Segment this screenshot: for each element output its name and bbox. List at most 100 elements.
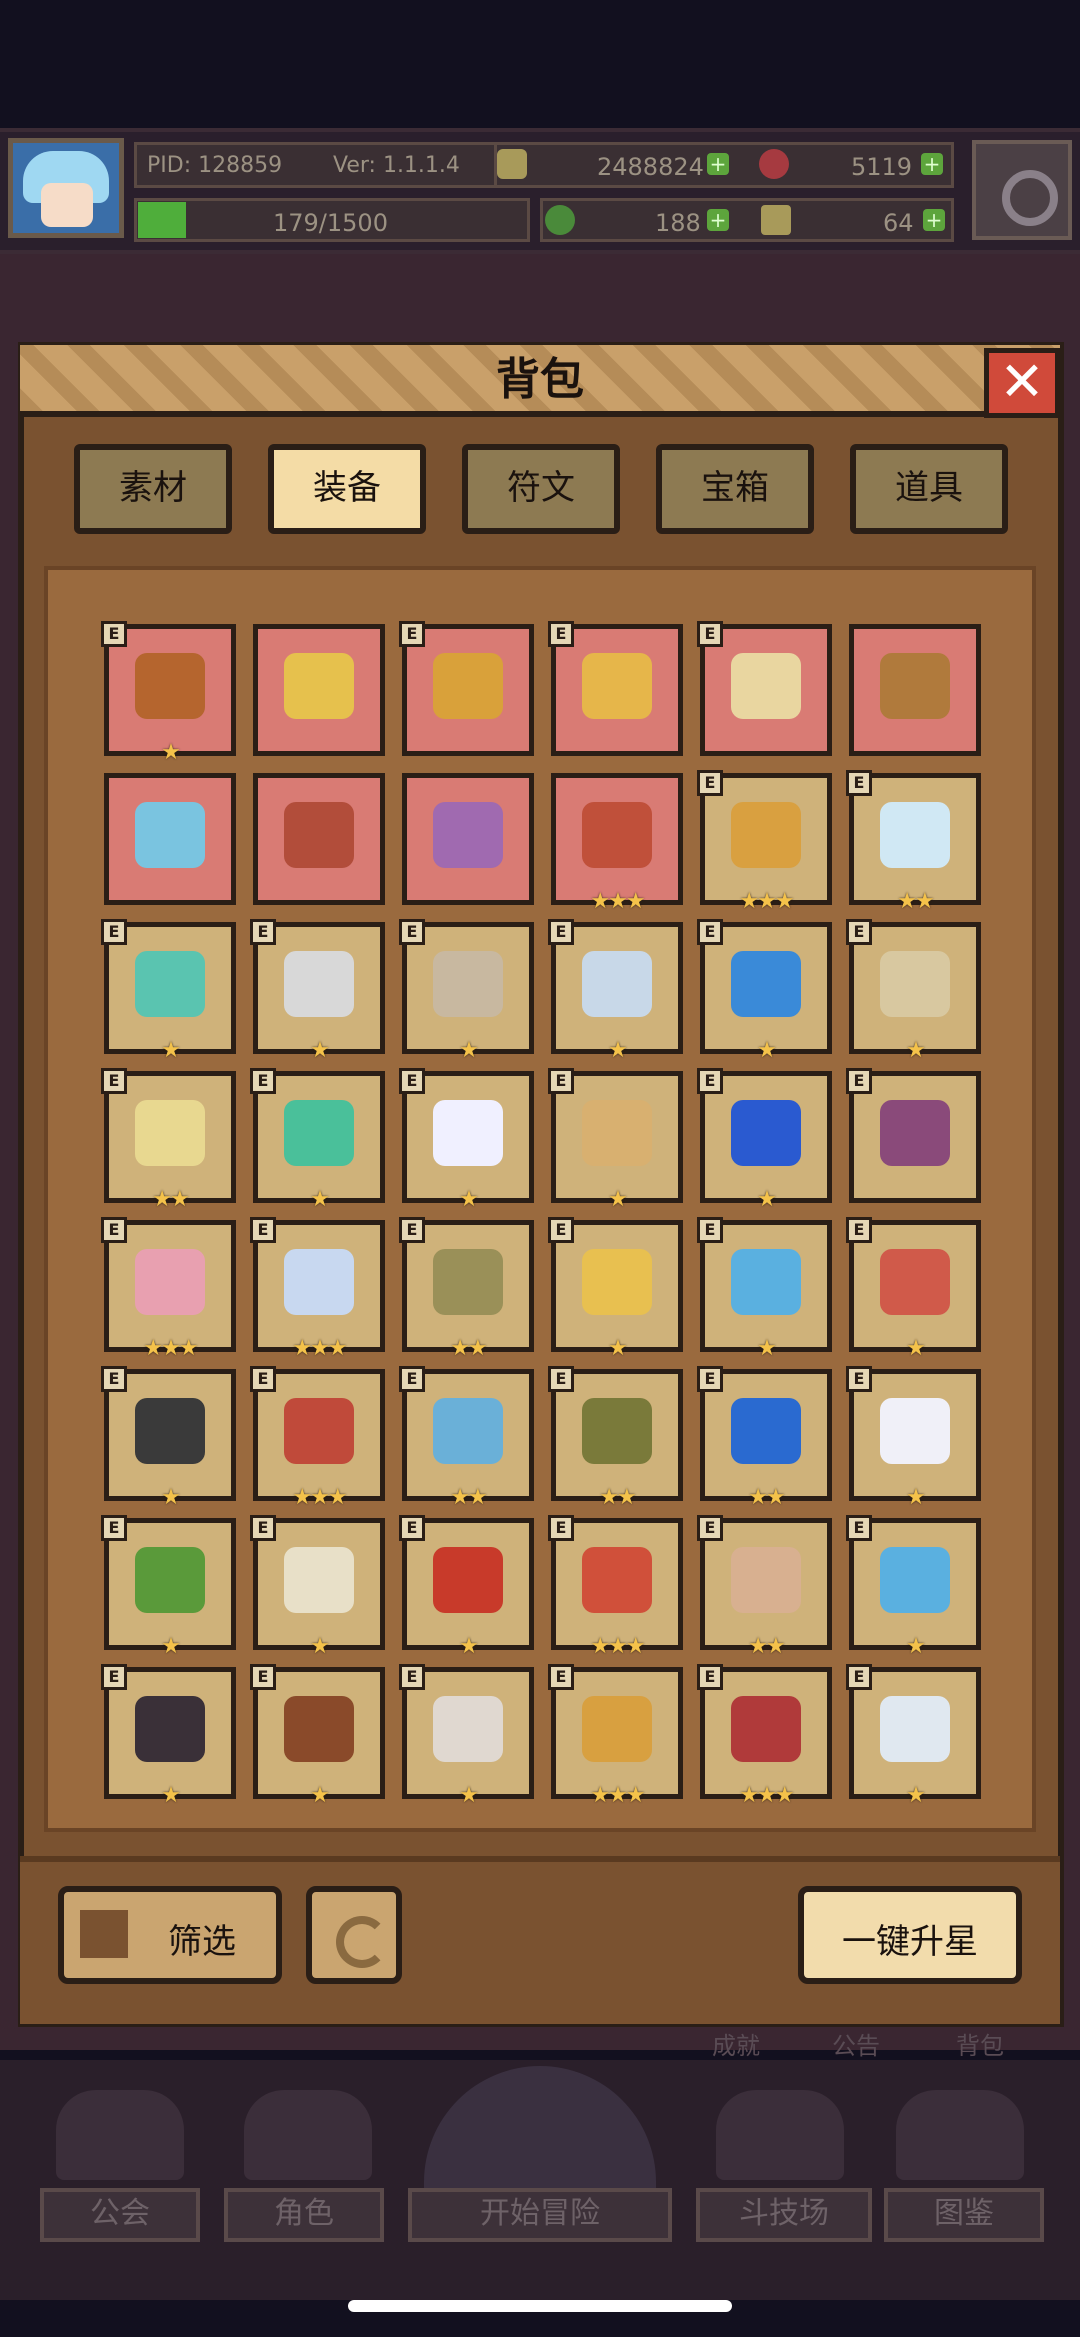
equipment-slot[interactable]: E ★ <box>101 621 236 765</box>
tab-items[interactable]: 道具 <box>850 444 1008 534</box>
nav-codex[interactable]: 图鉴 <box>884 2188 1044 2242</box>
gear-icon <box>1002 170 1058 226</box>
equipment-slot[interactable]: E ★ <box>101 919 236 1063</box>
equipment-slot[interactable]: E <box>548 621 683 756</box>
equipped-tag: E <box>697 621 723 647</box>
close-button[interactable]: ✕ <box>984 348 1060 418</box>
star-rating: ★★★ <box>739 1783 794 1808</box>
equipment-slot[interactable]: E ★★★ <box>548 1515 683 1659</box>
arena-icon <box>716 2090 844 2180</box>
auto-star-up-button[interactable]: 一键升星 <box>798 1886 1022 1984</box>
equipment-slot[interactable]: E ★ <box>697 1217 832 1361</box>
equipment-slot[interactable]: E ★ <box>399 1664 534 1808</box>
equipment-slot[interactable]: E ★★★ <box>250 1217 385 1361</box>
equipment-slot[interactable]: E ★ <box>101 1664 236 1808</box>
star-rating: ★★★ <box>590 889 645 914</box>
equipment-slot[interactable]: E ★★★ <box>697 770 832 914</box>
equipment-slot[interactable]: E ★ <box>250 1068 385 1212</box>
staff-icon <box>135 653 205 719</box>
green-arrow-icon <box>284 1100 354 1166</box>
equipment-slot[interactable]: E ★ <box>399 919 534 1063</box>
equipment-slot[interactable] <box>253 624 385 756</box>
equipment-slot[interactable]: E ★ <box>548 1068 683 1212</box>
nav-guild[interactable]: 公会 <box>40 2188 200 2242</box>
nav-start-adventure[interactable]: 开始冒险 <box>408 2188 672 2242</box>
equipment-slot[interactable]: E ★ <box>846 919 981 1063</box>
blue-cape-icon <box>731 1398 801 1464</box>
tab-runes[interactable]: 符文 <box>462 444 620 534</box>
angel-gauntlet-icon <box>433 1696 503 1762</box>
equipment-slot[interactable]: ★★★ <box>551 773 683 914</box>
equipment-slot[interactable]: E <box>697 621 832 756</box>
equipment-slot[interactable]: E ★ <box>399 1068 534 1212</box>
currency-bar-bottom: 188 + 64 + <box>540 198 954 242</box>
tab-materials[interactable]: 素材 <box>74 444 232 534</box>
gold-plus-button[interactable]: + <box>707 153 729 175</box>
straw-hat-icon <box>284 653 354 719</box>
equipment-slot[interactable]: E ★★ <box>846 770 981 914</box>
pot-icon <box>582 802 652 868</box>
equipment-slot[interactable]: E ★★ <box>697 1366 832 1510</box>
equipment-slot[interactable]: E ★ <box>399 1515 534 1659</box>
equipped-tag: E <box>101 919 127 945</box>
nav-arena[interactable]: 斗技场 <box>696 2188 872 2242</box>
equipment-slot[interactable]: E ★ <box>250 1515 385 1659</box>
nav-character[interactable]: 角色 <box>224 2188 384 2242</box>
star-rating: ★★ <box>748 1634 785 1659</box>
gem-plus-button[interactable]: + <box>921 153 943 175</box>
equipment-slot[interactable]: E ★ <box>101 1366 236 1510</box>
equipped-tag: E <box>250 1515 276 1541</box>
equipment-slot[interactable]: E ★ <box>697 1068 832 1212</box>
equipment-slot[interactable]: E ★★★ <box>548 1664 683 1808</box>
refresh-icon <box>336 1916 388 1968</box>
equipped-tag: E <box>846 1515 872 1541</box>
equipment-slot[interactable]: E ★ <box>101 1515 236 1659</box>
equipment-slot[interactable]: E ★ <box>548 919 683 1063</box>
equipment-slot[interactable]: E ★★ <box>548 1366 683 1510</box>
red-coat-icon <box>284 1398 354 1464</box>
equipment-slot[interactable] <box>849 624 981 756</box>
clover-plus-button[interactable]: + <box>707 209 729 231</box>
exp-bar: 179/1500 <box>134 198 530 242</box>
equipment-slot[interactable]: E ★ <box>697 919 832 1063</box>
equipped-tag: E <box>399 919 425 945</box>
equipment-slot[interactable]: E ★★ <box>399 1217 534 1361</box>
equipped-tag: E <box>846 1664 872 1690</box>
equipment-slot[interactable]: E ★ <box>846 1217 981 1361</box>
fire-armor-icon <box>433 1547 503 1613</box>
equipment-slot[interactable] <box>104 773 236 905</box>
equipment-slot[interactable]: E ★★ <box>697 1515 832 1659</box>
equipment-slot[interactable]: E ★★ <box>101 1068 236 1212</box>
star-rating: ★ <box>757 1038 777 1063</box>
settings-button[interactable] <box>972 140 1072 240</box>
equipment-slot[interactable] <box>402 773 534 905</box>
player-avatar[interactable] <box>8 138 124 238</box>
equipment-slot[interactable]: E ★ <box>250 919 385 1063</box>
equipment-slot[interactable]: E <box>399 621 534 756</box>
equipment-slot[interactable]: E ★ <box>548 1217 683 1361</box>
tab-equipment[interactable]: 装备 <box>268 444 426 534</box>
star-rating: ★★★ <box>292 1485 347 1510</box>
equipped-tag: E <box>548 1217 574 1243</box>
ruby-gem-icon <box>759 149 789 179</box>
chain-vest-icon <box>433 802 503 868</box>
refresh-button[interactable] <box>306 1886 402 1984</box>
behind-label-notice: 公告 <box>832 2032 880 2060</box>
amulet-icon <box>582 653 652 719</box>
behind-label-bag: 背包 <box>956 2032 1004 2060</box>
energy-plus-button[interactable]: + <box>923 209 945 231</box>
equipment-slot[interactable]: E <box>846 1068 981 1203</box>
equipment-slot[interactable]: E ★★ <box>399 1366 534 1510</box>
filter-button[interactable]: 筛选 <box>58 1886 282 1984</box>
blue-hat-icon <box>731 1249 801 1315</box>
star-rating: ★ <box>757 1187 777 1212</box>
equipment-slot[interactable]: E ★ <box>846 1664 981 1808</box>
equipment-slot[interactable]: E ★ <box>846 1515 981 1659</box>
equipment-slot[interactable]: E ★★★ <box>250 1366 385 1510</box>
equipment-slot[interactable]: E ★ <box>846 1366 981 1510</box>
equipment-slot[interactable]: E ★★★ <box>697 1664 832 1808</box>
tab-chests[interactable]: 宝箱 <box>656 444 814 534</box>
equipment-slot[interactable]: E ★★★ <box>101 1217 236 1361</box>
equipment-slot[interactable] <box>253 773 385 905</box>
equipment-slot[interactable]: E ★ <box>250 1664 385 1808</box>
